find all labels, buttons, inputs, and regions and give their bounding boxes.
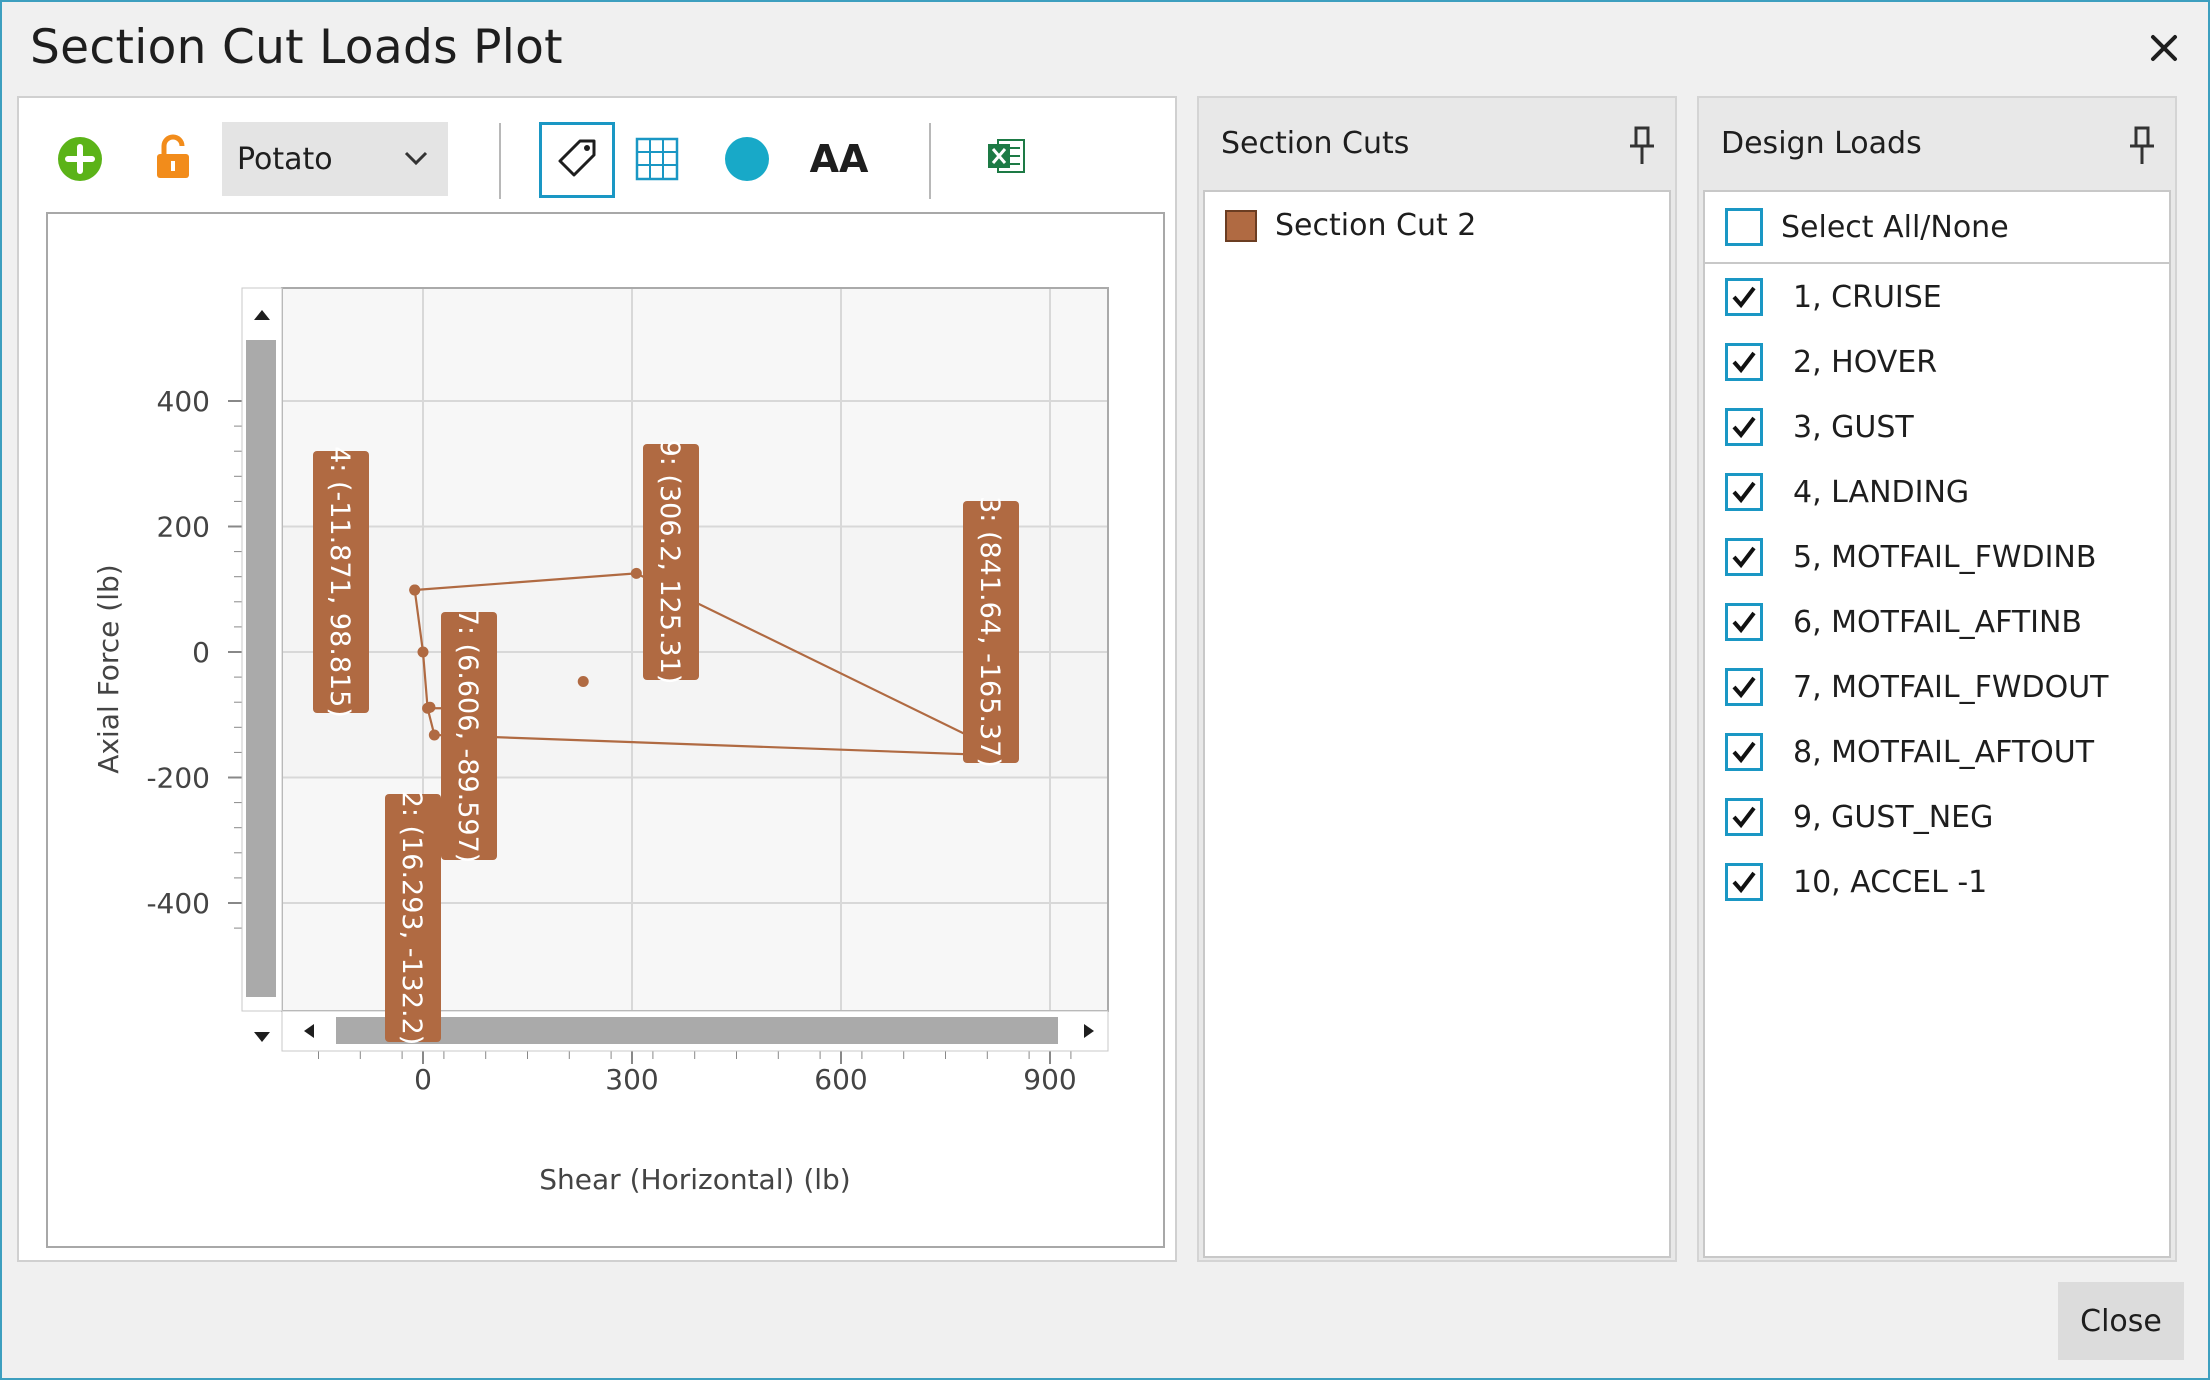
toolbar-separator: [499, 123, 501, 199]
data-label: 2: (16.293, -132.2): [385, 791, 441, 1046]
font-size-icon[interactable]: AA: [809, 134, 869, 184]
design-load-label: 10, ACCEL -1: [1793, 864, 1988, 900]
data-label: 4: (-11.871, 98.815): [313, 446, 369, 718]
data-point: [409, 584, 421, 596]
scroll-down-icon[interactable]: [254, 1032, 270, 1042]
data-point: [417, 646, 429, 658]
data-point: [630, 567, 642, 579]
x-tick-label: 0: [414, 1063, 432, 1096]
design-load-label: 3, GUST: [1793, 409, 1914, 445]
data-label-text: 9: (306.2, 125.31): [654, 440, 685, 685]
design-load-label: 4, LANDING: [1793, 474, 1970, 510]
checkbox-checked-icon: [1725, 538, 1763, 576]
checkbox-checked-icon: [1725, 473, 1763, 511]
section-cut-item[interactable]: Section Cut 2: [1225, 208, 1476, 243]
checkbox-checked-icon: [1725, 408, 1763, 446]
design-loads-list: Select All/None 1, CRUISE 2, HOVER 3, GUST…: [1703, 190, 2171, 1258]
design-load-label: 1, CRUISE: [1793, 279, 1942, 315]
data-label: 7: (6.606, -89.597): [441, 609, 497, 864]
section-cut-chart: 0 300 600 900 400 200 0 -200 -400 4: (-11.871, 9…: [92, 287, 1109, 1196]
checkbox-checked-icon: [1725, 798, 1763, 836]
checkbox-checked-icon: [1725, 733, 1763, 771]
data-label-text: 2: (16.293, -132.2): [396, 791, 427, 1046]
y-tick-label: -400: [146, 887, 210, 920]
excel-export-icon[interactable]: [984, 134, 1028, 178]
data-point: [424, 701, 436, 713]
pin-icon[interactable]: [1627, 126, 1657, 166]
data-point: [577, 675, 589, 687]
list-divider: [1705, 262, 2169, 264]
vertical-scroll-thumb[interactable]: [246, 340, 276, 997]
plot-select-combo[interactable]: Potato: [222, 122, 448, 196]
table-icon[interactable]: [634, 136, 680, 182]
select-all-checkbox[interactable]: Select All/None: [1725, 208, 2009, 246]
checkbox-checked-icon: [1725, 343, 1763, 381]
design-load-item[interactable]: 9, GUST_NEG: [1725, 798, 1993, 836]
combo-value: Potato: [237, 141, 333, 177]
design-load-item[interactable]: 3, GUST: [1725, 408, 1914, 446]
checkbox-checked-icon: [1725, 603, 1763, 641]
plot-toolbar: Potato AA: [19, 98, 1175, 208]
checkbox-checked-icon: [1725, 863, 1763, 901]
design-load-item[interactable]: 10, ACCEL -1: [1725, 863, 1987, 901]
data-label: 9: (306.2, 125.31): [643, 440, 699, 685]
y-tick-label: 400: [157, 385, 210, 418]
x-tick-label: 900: [1023, 1063, 1076, 1096]
x-tick-label: 600: [814, 1063, 867, 1096]
add-icon[interactable]: [57, 136, 103, 182]
chart-frame: 0 300 600 900 400 200 0 -200 -400 4: (-11.871, 9…: [46, 212, 1165, 1248]
design-load-item[interactable]: 4, LANDING: [1725, 473, 1969, 511]
design-load-item[interactable]: 2, HOVER: [1725, 343, 1937, 381]
design-load-label: 8, MOTFAIL_AFTOUT: [1793, 734, 2095, 770]
select-all-label: Select All/None: [1781, 209, 2009, 245]
toolbar-separator: [929, 123, 931, 199]
design-load-item[interactable]: 6, MOTFAIL_AFTINB: [1725, 603, 2082, 641]
marker-color-icon[interactable]: [724, 136, 770, 182]
design-load-item[interactable]: 1, CRUISE: [1725, 278, 1942, 316]
design-loads-header: Design Loads: [1721, 125, 1922, 161]
design-load-label: 6, MOTFAIL_AFTINB: [1793, 604, 2083, 640]
section-cuts-list: Section Cut 2: [1203, 190, 1671, 1258]
design-load-label: 7, MOTFAIL_FWDOUT: [1793, 669, 2109, 705]
design-loads-panel: Design Loads Select All/None 1, CRUISE 2,…: [1697, 96, 2177, 1262]
checkbox-unchecked-icon: [1725, 208, 1763, 246]
design-load-label: 2, HOVER: [1793, 344, 1938, 380]
data-point: [428, 729, 440, 741]
tag-icon: [556, 137, 598, 183]
data-label-text: 7: (6.606, -89.597): [452, 609, 483, 864]
design-load-label: 5, MOTFAIL_FWDINB: [1793, 539, 2097, 575]
section-cuts-panel: Section Cuts Section Cut 2: [1197, 96, 1677, 1262]
close-icon[interactable]: [2144, 28, 2184, 68]
y-axis-label: Axial Force (lb): [92, 564, 125, 773]
checkbox-checked-icon: [1725, 668, 1763, 706]
data-label: 3: (841.64, -165.37): [963, 496, 1019, 768]
pin-icon[interactable]: [2127, 126, 2157, 166]
x-axis-label: Shear (Horizontal) (lb): [539, 1163, 850, 1196]
plot-panel: Potato AA 0 300 600 900 400 200 0 -200 -…: [17, 96, 1177, 1262]
series-color-swatch: [1225, 209, 1257, 242]
close-button[interactable]: Close: [2058, 1282, 2184, 1360]
chevron-down-icon: [402, 144, 430, 180]
section-cut-label: Section Cut 2: [1275, 208, 1477, 243]
x-tick-label: 300: [605, 1063, 658, 1096]
y-tick-label: 200: [157, 511, 210, 544]
window-title: Section Cut Loads Plot: [30, 20, 563, 75]
section-cuts-header: Section Cuts: [1221, 125, 1410, 161]
unlock-icon[interactable]: [153, 132, 193, 182]
y-tick-label: 0: [192, 636, 210, 669]
checkbox-checked-icon: [1725, 278, 1763, 316]
label-toggle-button[interactable]: [539, 122, 615, 198]
horizontal-scroll-thumb[interactable]: [336, 1017, 1058, 1044]
data-label-text: 4: (-11.871, 98.815): [324, 446, 355, 718]
data-label-text: 3: (841.64, -165.37): [974, 496, 1005, 768]
design-load-item[interactable]: 7, MOTFAIL_FWDOUT: [1725, 668, 2108, 706]
design-load-label: 9, GUST_NEG: [1793, 799, 1994, 835]
design-load-item[interactable]: 5, MOTFAIL_FWDINB: [1725, 538, 2096, 576]
y-tick-label: -200: [146, 762, 210, 795]
section-cut-loads-window: Section Cut Loads Plot Potato AA 0 300 6…: [0, 0, 2210, 1380]
design-load-item[interactable]: 8, MOTFAIL_AFTOUT: [1725, 733, 2094, 771]
